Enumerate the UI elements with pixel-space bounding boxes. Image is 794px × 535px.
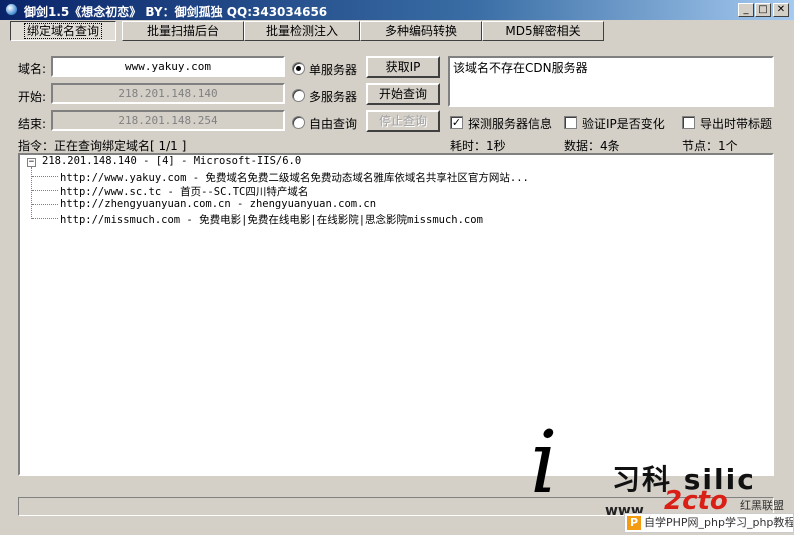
start-query-button[interactable]: 开始查询 bbox=[366, 83, 440, 105]
start-label: 开始: bbox=[18, 90, 47, 104]
tab-label: 批量检测注入 bbox=[265, 24, 338, 38]
command-status: 指令：正在查询绑定域名[ 1/1 ] bbox=[18, 139, 187, 153]
tab-label: 批量扫描后台 bbox=[146, 24, 219, 38]
tab-label: 绑定域名查询 bbox=[23, 23, 103, 39]
get-ip-button[interactable]: 获取IP bbox=[366, 56, 440, 78]
php-watermark-bar: P 自学PHP网_php学习_php教程 bbox=[624, 513, 794, 533]
checkbox-detect-server[interactable]: ✓ bbox=[450, 116, 463, 129]
domain-label: 域名: bbox=[18, 62, 47, 76]
radio-free-query[interactable] bbox=[292, 116, 305, 129]
radio-free-query-label[interactable]: 自由查询 bbox=[309, 115, 357, 132]
tab-batch-inject[interactable]: 批量检测注入 bbox=[244, 21, 360, 41]
php-watermark-text: 自学PHP网_php学习_php教程 bbox=[644, 516, 794, 529]
tab-label: MD5解密相关 bbox=[505, 24, 581, 38]
checkbox-export-title[interactable] bbox=[682, 116, 695, 129]
radio-multi-server[interactable] bbox=[292, 89, 305, 102]
tree-item[interactable]: http://missmuch.com - 免费电影|免费在线电影|在线影院|思… bbox=[60, 212, 483, 227]
watermark-cn: 红黑联盟 bbox=[740, 499, 784, 512]
cdn-message-box[interactable]: 该域名不存在CDN服务器 bbox=[448, 56, 774, 107]
tree-connector bbox=[31, 167, 32, 219]
result-tree[interactable]: − 218.201.148.140 - [4] - Microsoft-IIS/… bbox=[18, 153, 774, 476]
tree-connector bbox=[32, 218, 58, 219]
tab-md5-decrypt[interactable]: MD5解密相关 bbox=[482, 21, 604, 41]
tree-item[interactable]: http://www.yakuy.com - 免费域名免费二级域名免费动态域名雅… bbox=[60, 170, 529, 185]
minimize-button[interactable]: _ bbox=[738, 3, 754, 17]
app-icon bbox=[5, 3, 18, 16]
radio-single-server[interactable] bbox=[292, 62, 305, 75]
elapsed-time: 耗时：1秒 bbox=[450, 139, 506, 153]
stop-query-button[interactable]: 停止查询 bbox=[366, 110, 440, 132]
tab-label: 多种编码转换 bbox=[384, 24, 457, 38]
watermark-2cto: 2cto bbox=[664, 486, 728, 516]
window-title: 御剑1.5《想念初恋》 BY：御剑孤独 QQ:343034656 bbox=[24, 5, 328, 19]
checkbox-export-title-label[interactable]: 导出时带标题 bbox=[700, 115, 772, 132]
checkbox-verify-ip[interactable] bbox=[564, 116, 577, 129]
title-bar[interactable]: 御剑1.5《想念初恋》 BY：御剑孤独 QQ:343034656 _ □ ✕ bbox=[0, 0, 794, 20]
tree-root-node[interactable]: 218.201.148.140 - [4] - Microsoft-IIS/6.… bbox=[42, 155, 301, 167]
maximize-button[interactable]: □ bbox=[755, 3, 771, 17]
tree-connector bbox=[32, 176, 58, 177]
end-ip-input[interactable]: 218.201.148.254 bbox=[51, 110, 285, 131]
domain-input[interactable]: www.yakuy.com bbox=[51, 56, 285, 77]
tree-item[interactable]: http://zhengyuanyuan.com.cn - zhengyuany… bbox=[60, 198, 376, 210]
watermark-signature: i bbox=[530, 413, 558, 513]
tab-batch-scan[interactable]: 批量扫描后台 bbox=[122, 21, 244, 41]
radio-multi-server-label[interactable]: 多服务器 bbox=[309, 88, 357, 105]
php-logo-icon: P bbox=[627, 516, 641, 530]
checkbox-detect-server-label[interactable]: 探测服务器信息 bbox=[468, 115, 552, 132]
start-ip-input[interactable]: 218.201.148.140 bbox=[51, 83, 285, 104]
data-count: 数据：4条 bbox=[564, 139, 620, 153]
node-count: 节点：1个 bbox=[682, 139, 738, 153]
close-button[interactable]: ✕ bbox=[773, 3, 789, 17]
tree-connector bbox=[32, 190, 58, 191]
checkbox-verify-ip-label[interactable]: 验证IP是否变化 bbox=[582, 115, 665, 132]
tab-bar: 绑定域名查询 批量扫描后台 批量检测注入 多种编码转换 MD5解密相关 bbox=[0, 20, 794, 42]
collapse-icon[interactable]: − bbox=[27, 158, 36, 167]
tree-item[interactable]: http://www.sc.tc - 首页--SC.TC四川特产域名 bbox=[60, 184, 308, 199]
tab-encode-convert[interactable]: 多种编码转换 bbox=[360, 21, 482, 41]
radio-single-server-label[interactable]: 单服务器 bbox=[309, 61, 357, 78]
tab-domain-query[interactable]: 绑定域名查询 bbox=[10, 21, 116, 41]
end-label: 结束: bbox=[18, 117, 47, 131]
tree-connector bbox=[32, 204, 58, 205]
